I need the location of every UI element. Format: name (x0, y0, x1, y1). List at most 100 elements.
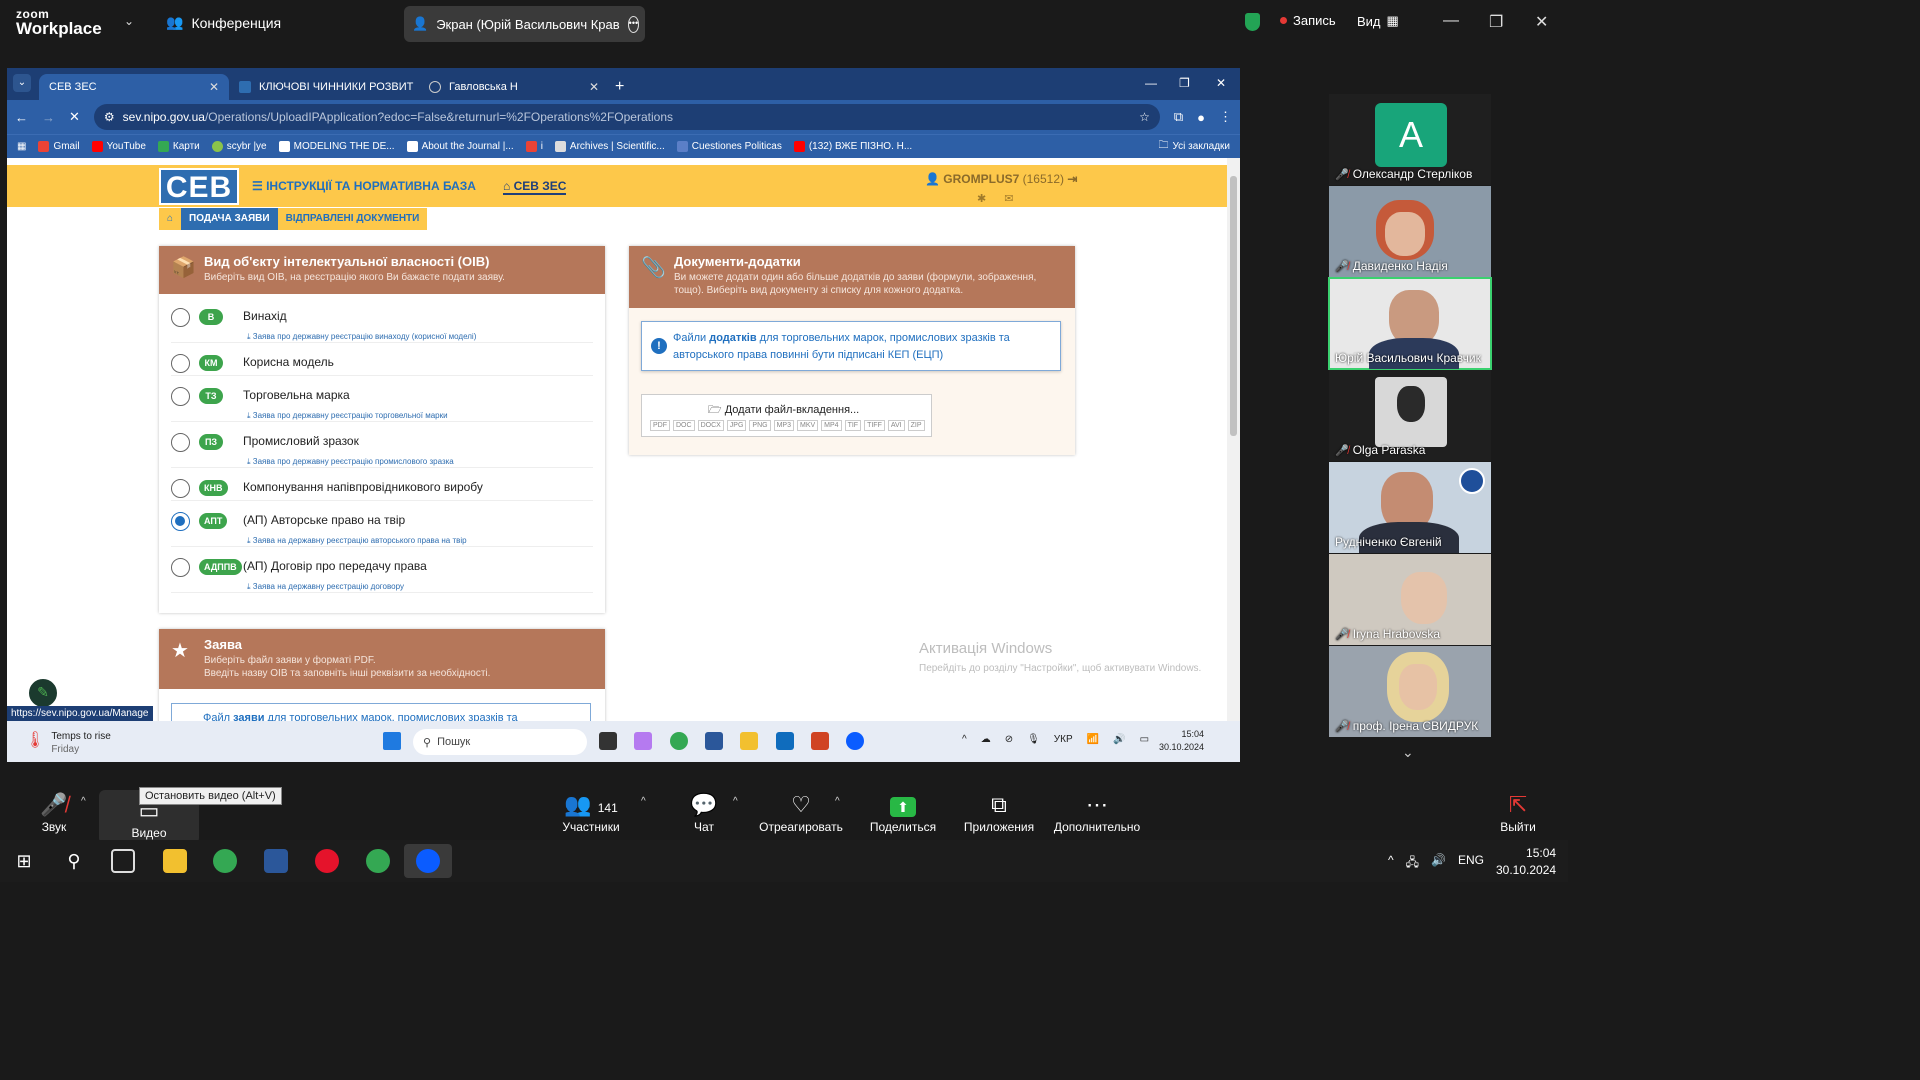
battery-icon[interactable]: ▭ (1140, 734, 1149, 745)
store-icon[interactable] (776, 732, 794, 750)
download-link[interactable]: ⤓ Заява про державну реєстрацію промисло… (247, 457, 454, 467)
zoom-taskbar-icon[interactable] (404, 844, 452, 878)
zoom-app-icon[interactable] (846, 732, 864, 750)
participant-tile[interactable]: 🎤̸ Olga Paraska (1329, 370, 1491, 461)
participants-button[interactable]: 👥 141 Участники (561, 792, 621, 834)
site-info-icon[interactable]: ⚙ (104, 110, 115, 124)
weather-widget[interactable]: 🌡 Temps to rise Friday (25, 730, 111, 756)
windows-start-icon[interactable]: ⊞ (12, 849, 36, 873)
oib-option-transfer-agreement[interactable]: АДППВ (АП) Договір про передачу права ⤓ … (171, 547, 593, 593)
download-link[interactable]: ⤓ Заява на державну реєстрацію договору (247, 582, 404, 592)
bookmark-item[interactable]: Cuestiones Politicas (676, 141, 782, 152)
back-icon[interactable]: ← (15, 110, 28, 125)
bookmark-item[interactable]: i (525, 141, 543, 152)
oib-name[interactable]: (АП) Договір про передачу права (243, 559, 427, 573)
tab-search-icon[interactable]: ⌄ (13, 74, 31, 92)
radio-button[interactable] (171, 479, 190, 498)
more-options-icon[interactable]: ••• (627, 15, 640, 33)
windows-start-icon[interactable] (383, 732, 401, 750)
close-tab-icon[interactable]: ✕ (589, 80, 599, 94)
close-tab-icon[interactable]: ✕ (209, 80, 219, 94)
language-indicator[interactable]: УКР (1054, 734, 1073, 745)
home-icon[interactable]: ⌂ (159, 208, 182, 230)
extensions-icon[interactable]: ⧉ (1174, 109, 1183, 125)
encryption-shield-icon[interactable] (1245, 13, 1260, 31)
react-button[interactable]: ♡ Отреагировать (757, 792, 845, 834)
word-icon[interactable] (705, 732, 723, 750)
taskbar-app-icon[interactable] (599, 732, 617, 750)
apps-grid-icon[interactable]: ▦ (17, 141, 26, 152)
star-icon[interactable]: ☆ (1139, 110, 1150, 124)
download-link[interactable]: ⤓ Заява про державну реєстрацію торговел… (247, 411, 448, 421)
oib-option-industrial-design[interactable]: ПЗ Промисловий зразок ⤓ Заява про держав… (171, 422, 593, 468)
page-scrollbar[interactable] (1227, 158, 1240, 721)
minimize-icon[interactable]: — (1443, 12, 1459, 30)
bookmark-item[interactable]: scybr |ye (211, 141, 267, 152)
forward-icon[interactable]: → (42, 110, 55, 125)
react-options-chevron-icon[interactable]: ^ (835, 796, 840, 807)
oib-name[interactable]: Винахід (243, 309, 287, 323)
word-icon[interactable] (264, 849, 288, 873)
bookmark-item[interactable]: YouTube (91, 141, 146, 152)
host-clock[interactable]: 15:04 30.10.2024 (1496, 845, 1556, 879)
share-button[interactable]: ⬆ Поделиться (868, 792, 938, 834)
oib-option-invention[interactable]: В Винахід ⤓ Заява про державну реєстраці… (171, 297, 593, 343)
oib-name[interactable]: Торговельна марка (243, 388, 350, 402)
radio-button-selected[interactable] (171, 512, 190, 531)
annotate-pen-icon[interactable]: ✎ (27, 677, 59, 709)
oib-option-copyright[interactable]: АПТ (АП) Авторське право на твір ⤓ Заява… (171, 501, 593, 547)
download-link[interactable]: ⤓ Заява про державну реєстрацію винаходу… (247, 332, 476, 342)
more-button[interactable]: ⋯ Дополнительно (1051, 792, 1143, 834)
sev-logo[interactable]: СЕВ (159, 168, 239, 205)
tab-sev[interactable]: СЕВ ЗЕС ✕ (39, 74, 229, 100)
user-account[interactable]: 👤 GROMPLUS7 (16512) ⇥ (925, 172, 1077, 186)
oib-name[interactable]: Компонування напівпровідникового виробу (243, 480, 483, 494)
nav-sev[interactable]: ⌂ СЕВ ЗЕС (503, 179, 567, 195)
scroll-down-chevron-icon[interactable]: ⌄ (1402, 744, 1414, 761)
all-bookmarks-folder[interactable]: 🗀 Усі закладки (1158, 138, 1230, 155)
radio-button[interactable] (171, 433, 190, 452)
opera-icon[interactable] (315, 849, 339, 873)
oib-option-trademark[interactable]: ТЗ Торговельна марка ⤓ Заява про державн… (171, 376, 593, 422)
chat-button[interactable]: 💬 Чат (686, 792, 722, 834)
chevron-up-icon[interactable]: ^ (962, 734, 967, 745)
close-icon[interactable]: ✕ (1535, 12, 1548, 32)
audio-button[interactable]: 🎤̸ Звук (34, 792, 74, 834)
browser-restore-icon[interactable]: ❐ (1179, 76, 1190, 90)
participant-tile-speaking[interactable]: Юрій Васильович Кравчик (1328, 277, 1492, 370)
profile-icon[interactable]: ● (1197, 110, 1205, 125)
mic-icon[interactable]: 🎙 (1027, 734, 1040, 745)
explorer-icon[interactable] (740, 732, 758, 750)
taskbar-search[interactable]: ⚲ Пошук (413, 729, 587, 755)
bookmark-item[interactable]: (132) ВЖЕ ПІЗНО. Н... (793, 141, 912, 152)
view-button[interactable]: Вид ▦ (1357, 13, 1399, 29)
bookmark-item[interactable]: About the Journal |... (406, 141, 514, 152)
download-link[interactable]: ⤓ Заява на державну реєстрацію авторсько… (247, 536, 467, 546)
wifi-icon[interactable]: 📶 (1087, 734, 1099, 745)
stop-icon[interactable]: ✕ (69, 109, 80, 125)
settings-icon[interactable]: ✱ (977, 192, 986, 205)
radio-button[interactable] (171, 387, 190, 406)
tab-sent-documents[interactable]: ВІДПРАВЛЕНІ ДОКУМЕНТИ (277, 208, 428, 230)
radio-button[interactable] (171, 558, 190, 577)
chevron-up-icon[interactable]: ^ (1388, 853, 1394, 874)
chevron-down-icon[interactable]: ⌄ (124, 14, 134, 28)
copilot-icon[interactable] (634, 732, 652, 750)
menu-icon[interactable]: ⋮ (1219, 109, 1232, 125)
participants-options-chevron-icon[interactable]: ^ (641, 796, 646, 807)
network-icon[interactable]: ⊘ (1005, 734, 1013, 745)
chrome-icon[interactable] (670, 732, 688, 750)
onedrive-icon[interactable]: ☁ (981, 734, 991, 745)
bookmark-item[interactable]: Archives | Scientific... (554, 141, 665, 152)
leave-button[interactable]: ⇱ Выйти (1497, 792, 1539, 834)
powerpoint-icon[interactable] (811, 732, 829, 750)
new-tab-icon[interactable]: + (615, 78, 624, 96)
bookmark-item[interactable]: Карти (157, 141, 200, 152)
taskbar-clock[interactable]: 15:04 30.10.2024 (1159, 728, 1204, 753)
participant-tile[interactable]: Рудніченко Євгеній (1329, 462, 1491, 553)
volume-icon[interactable]: 🔊 (1431, 853, 1446, 874)
oib-name[interactable]: Корисна модель (243, 355, 334, 369)
bookmark-item[interactable]: MODELING THE DE... (278, 141, 395, 152)
oib-name[interactable]: (АП) Авторське право на твір (243, 513, 405, 527)
search-icon[interactable]: ⚲ (62, 849, 86, 873)
